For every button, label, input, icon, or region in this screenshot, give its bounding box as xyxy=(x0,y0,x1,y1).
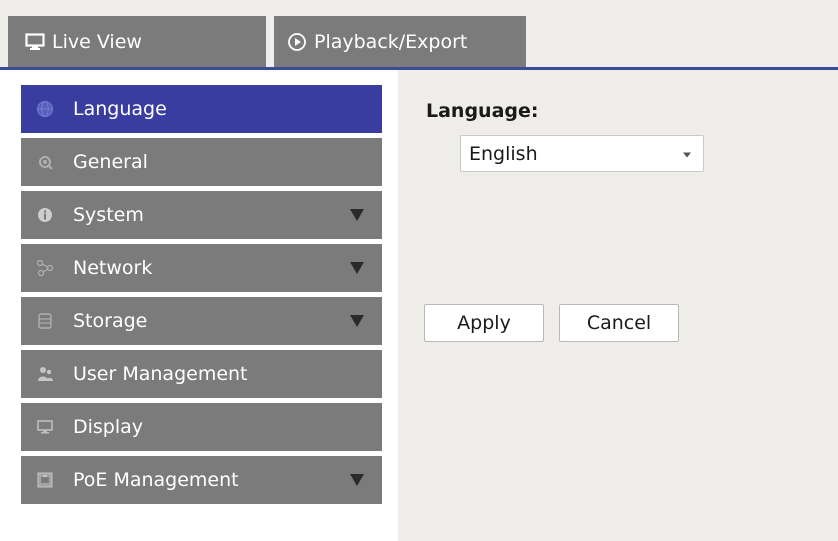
apply-button[interactable]: Apply xyxy=(424,304,544,342)
sidebar-item-label: General xyxy=(73,151,148,173)
users-icon xyxy=(35,364,55,384)
sidebar-item-network[interactable]: Network xyxy=(21,244,382,292)
chevron-down-icon[interactable] xyxy=(350,315,364,327)
sidebar-item-label: Language xyxy=(73,98,167,120)
sidebar-item-label: System xyxy=(73,204,144,226)
tab-playback-export-label: Playback/Export xyxy=(314,31,468,53)
globe-icon xyxy=(35,99,55,119)
cancel-button[interactable]: Cancel xyxy=(559,304,679,342)
sidebar-item-system[interactable]: System xyxy=(21,191,382,239)
language-select[interactable]: English xyxy=(460,135,704,172)
sidebar: Language General System Network Storage … xyxy=(21,85,382,509)
display-icon xyxy=(35,417,55,437)
chevron-down-icon[interactable] xyxy=(350,262,364,274)
gear-icon xyxy=(35,152,55,172)
tab-live-view-label: Live View xyxy=(52,31,142,53)
sidebar-item-user-management[interactable]: User Management xyxy=(21,350,382,398)
network-icon xyxy=(35,258,55,278)
sidebar-item-poe-management[interactable]: PoE Management xyxy=(21,456,382,504)
chevron-down-icon[interactable] xyxy=(350,474,364,486)
sidebar-item-language[interactable]: Language xyxy=(21,85,382,133)
info-icon xyxy=(35,205,55,225)
play-circle-icon xyxy=(286,31,308,53)
chevron-down-icon[interactable] xyxy=(350,209,364,221)
poe-icon xyxy=(35,470,55,490)
sidebar-item-display[interactable]: Display xyxy=(21,403,382,451)
sidebar-item-label: User Management xyxy=(73,363,248,385)
storage-icon xyxy=(35,311,55,331)
sidebar-item-label: Storage xyxy=(73,310,148,332)
language-label: Language: xyxy=(426,100,539,122)
sidebar-item-label: PoE Management xyxy=(73,469,239,491)
tab-live-view[interactable]: Live View xyxy=(8,16,266,68)
language-select-value: English xyxy=(469,142,538,165)
sidebar-item-label: Display xyxy=(73,416,144,438)
tab-underline xyxy=(0,67,838,70)
sidebar-item-storage[interactable]: Storage xyxy=(21,297,382,345)
dropdown-arrow-icon xyxy=(683,152,691,157)
sidebar-item-general[interactable]: General xyxy=(21,138,382,186)
monitor-icon xyxy=(24,31,46,53)
sidebar-item-label: Network xyxy=(73,257,153,279)
tab-playback-export[interactable]: Playback/Export xyxy=(274,16,526,68)
language-settings-panel: Language: English xyxy=(426,100,704,172)
content-background xyxy=(398,0,838,541)
